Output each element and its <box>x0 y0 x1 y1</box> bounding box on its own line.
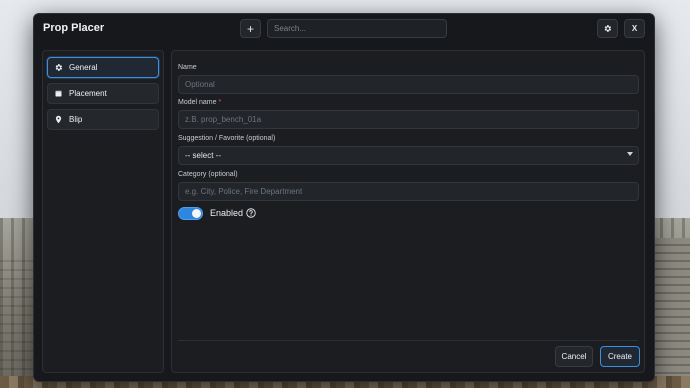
sidebar-item-blip[interactable]: Blip <box>47 109 159 130</box>
name-field[interactable] <box>178 75 639 94</box>
enabled-toggle[interactable] <box>178 207 203 220</box>
settings-button[interactable] <box>597 19 618 38</box>
map-pin-icon <box>55 115 62 124</box>
suggestion-select[interactable]: -- select -- <box>178 146 639 165</box>
window-title: Prop Placer <box>43 22 105 34</box>
prop-placer-window: Prop Placer + X General Placement <box>33 13 655 382</box>
required-mark: * <box>218 99 222 106</box>
sidebar-item-label: Placement <box>69 89 107 98</box>
general-panel: Name Model name * Suggestion / Favorite … <box>171 50 645 373</box>
footer-divider <box>178 340 638 341</box>
create-button[interactable]: Create <box>600 346 640 367</box>
sidebar-item-label: General <box>69 63 98 72</box>
sidebar-item-label: Blip <box>69 115 83 124</box>
toggle-knob <box>192 209 201 218</box>
sidebar-item-placement[interactable]: Placement <box>47 83 159 104</box>
name-label: Name <box>178 64 197 71</box>
cube-icon <box>55 90 62 97</box>
enabled-label: Enabled <box>210 208 244 218</box>
suggestion-label: Suggestion / Favorite (optional) <box>178 135 276 142</box>
help-icon[interactable] <box>246 208 256 218</box>
title-bar: Prop Placer + X <box>34 14 654 44</box>
sidebar: General Placement Blip <box>42 50 164 373</box>
model-name-field[interactable] <box>178 110 639 129</box>
gear-icon <box>604 25 612 32</box>
close-button[interactable]: X <box>624 19 645 38</box>
model-name-label: Model name * <box>178 99 221 106</box>
cancel-button[interactable]: Cancel <box>555 346 593 367</box>
sidebar-item-general[interactable]: General <box>47 57 159 78</box>
gear-icon <box>55 64 63 71</box>
category-field[interactable] <box>178 182 639 201</box>
model-name-label-text: Model name <box>178 99 217 106</box>
chevron-down-icon <box>627 152 633 156</box>
search-input[interactable] <box>267 19 447 38</box>
category-label: Category (optional) <box>178 171 238 178</box>
add-button[interactable]: + <box>240 19 261 38</box>
suggestion-selected-value: -- select -- <box>185 151 221 160</box>
